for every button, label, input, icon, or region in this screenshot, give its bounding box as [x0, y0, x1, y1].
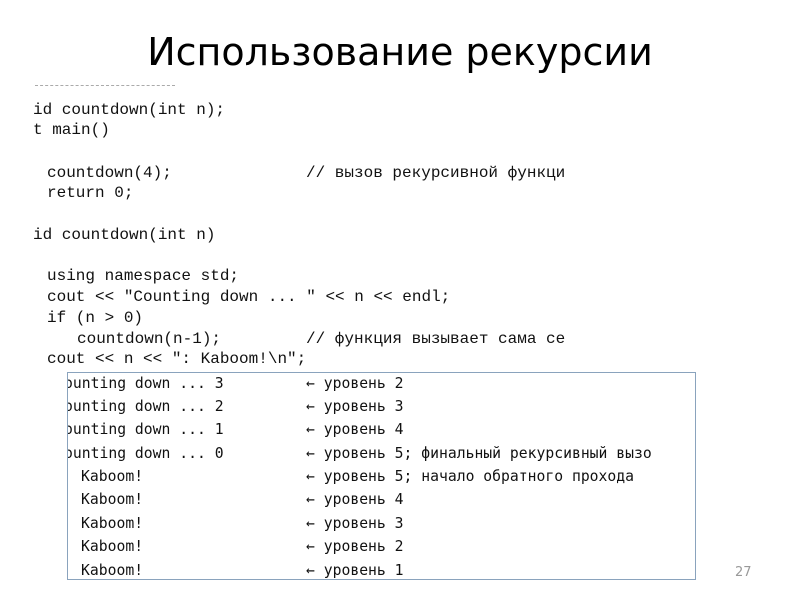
output-note: ← уровень 5; начало обратного прохода	[306, 467, 635, 485]
code-line: t main()	[33, 121, 110, 139]
output-line: ounting down ... 1	[67, 420, 224, 438]
output-note: ← уровень 3	[306, 397, 404, 415]
page-number: 27	[735, 565, 752, 580]
code-line: cout << "Counting down ... " << n << end…	[47, 288, 451, 306]
slide-title: Использование рекурсии	[147, 30, 653, 74]
code-comment: // вызов рекурсивной функци	[306, 164, 566, 182]
code-comment: // функция вызывает сама се	[306, 330, 566, 348]
code-line: id countdown(int n);	[33, 101, 226, 119]
clipped-code-line	[35, 85, 175, 90]
code-line: if (n > 0)	[47, 309, 144, 327]
slide: Использование рекурсии id countdown(int …	[0, 0, 800, 600]
output-line: ounting down ... 3	[67, 374, 224, 392]
output-note: ← уровень 2	[306, 374, 404, 392]
output-note: ← уровень 5; финальный рекурсивный вызо	[306, 444, 652, 462]
output-line: Kaboom!	[81, 490, 144, 508]
output-line: ounting down ... 0	[67, 444, 224, 462]
code-line: id countdown(int n)	[33, 226, 216, 244]
output-line: Kaboom!	[81, 467, 144, 485]
output-note: ← уровень 2	[306, 537, 404, 555]
output-line: Kaboom!	[81, 537, 144, 555]
output-note: ← уровень 3	[306, 514, 404, 532]
output-line: Kaboom!	[81, 561, 144, 579]
output-note: ← уровень 4	[306, 420, 404, 438]
output-line: ounting down ... 2	[67, 397, 224, 415]
code-line: using namespace std;	[47, 267, 240, 285]
output-note: ← уровень 1	[306, 561, 404, 579]
program-output-box: ounting down ... 3 ← уровень 2 ounting d…	[67, 372, 696, 580]
output-line: Kaboom!	[81, 514, 144, 532]
code-line: return 0;	[47, 184, 134, 202]
code-line: countdown(4);	[47, 164, 172, 182]
output-note: ← уровень 4	[306, 490, 404, 508]
code-line: cout << n << ": Kaboom!\n";	[47, 350, 307, 368]
code-line: countdown(n-1);	[77, 330, 222, 348]
